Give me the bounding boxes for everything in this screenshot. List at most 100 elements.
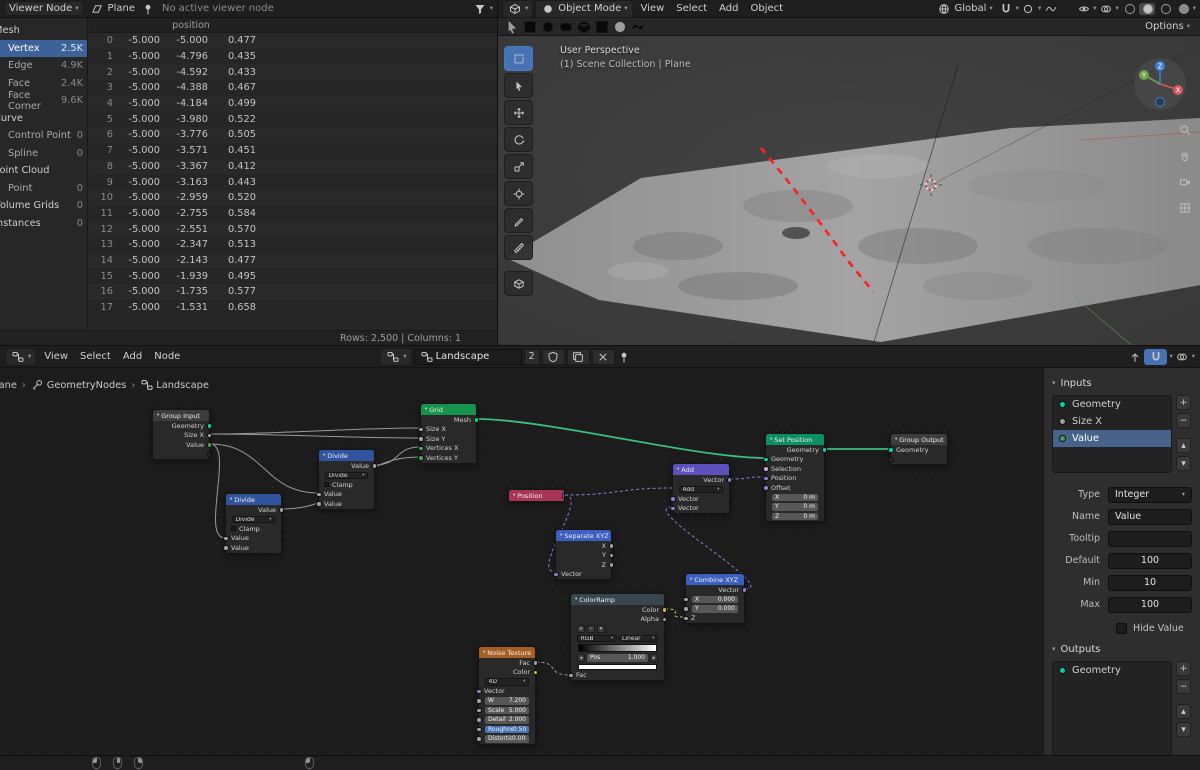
type-field[interactable]: Integer ▾ <box>1108 486 1192 503</box>
chevron-down-icon[interactable]: ▾ <box>1093 5 1096 12</box>
prev-stop-button[interactable]: ◂ <box>577 654 585 662</box>
max-field[interactable]: 100 <box>1108 596 1192 613</box>
socket[interactable] <box>608 543 614 549</box>
input-socket-geometry[interactable]: Geometry <box>1053 396 1171 413</box>
pin-icon[interactable] <box>617 350 632 364</box>
tool-measure[interactable] <box>504 235 533 260</box>
socket[interactable] <box>206 432 212 438</box>
node-separate-xyz[interactable]: ▾ Separate XYZ X Y Z Vector <box>553 529 614 580</box>
mode-dropdown[interactable]: Object Mode ▾ <box>535 0 633 18</box>
domain-item-face-corner[interactable]: Face Corner 9.6K <box>0 90 87 112</box>
hand-icon[interactable] <box>1177 148 1193 164</box>
socket[interactable] <box>741 587 747 593</box>
node-header[interactable]: ▾ Grid <box>421 404 476 415</box>
node-header[interactable]: ▾ Position <box>509 490 564 501</box>
move-input-down-button[interactable]: ▾ <box>1176 456 1191 471</box>
domain-item-control-point[interactable]: Control Point 0 <box>0 127 87 145</box>
node-field-x[interactable]: X0 m <box>772 493 818 501</box>
node-header[interactable]: ▾ Combine XYZ <box>686 574 744 585</box>
move-input-up-button[interactable]: ▴ <box>1176 438 1191 453</box>
socket[interactable] <box>532 669 538 675</box>
socket[interactable] <box>888 447 894 453</box>
node-position[interactable]: ▾ Position <box>508 489 565 502</box>
socket[interactable] <box>608 562 614 568</box>
falloff-icon[interactable] <box>1043 2 1058 16</box>
socket[interactable] <box>763 475 769 481</box>
socket[interactable] <box>223 545 229 551</box>
domain-item-vertex[interactable]: Vertex 2.5K <box>0 39 87 57</box>
move-output-down-button[interactable]: ▾ <box>1176 722 1191 737</box>
node-divide-1[interactable]: ▾ Divide Value Divide ▾ Clamp Value Value <box>316 449 377 510</box>
input-socket-value[interactable]: Value <box>1053 430 1171 447</box>
socket[interactable] <box>418 426 424 432</box>
socket[interactable] <box>316 501 322 507</box>
node-noise-texture[interactable]: ▾ Noise Texture Fac Color 4D ▾ Vector W 7.200 Sca… <box>476 646 538 745</box>
viewer-node-dropdown[interactable]: Viewer Node ▾ <box>4 1 84 16</box>
menu-add[interactable]: Add <box>713 2 744 15</box>
tool-select-box[interactable] <box>504 46 533 71</box>
tool-settings-icon-7[interactable] <box>612 20 628 34</box>
overlays-icon[interactable] <box>1098 2 1113 16</box>
next-stop-button[interactable]: ▸ <box>650 654 658 662</box>
socket[interactable] <box>670 496 676 502</box>
socket[interactable] <box>568 672 574 678</box>
inputs-section-header[interactable]: ▾ Inputs <box>1052 374 1192 392</box>
node-menu-select[interactable]: Select <box>74 350 117 363</box>
input-socket-size-x[interactable]: Size X <box>1053 413 1171 430</box>
socket[interactable] <box>661 607 667 613</box>
node-grid[interactable]: ▾ Grid Mesh Size X Size Y Vertices X Vertices … <box>418 403 479 464</box>
node-field-scale[interactable]: Scale 5.000 <box>485 706 529 714</box>
node-field-roughness[interactable]: Roughness0.500 <box>485 725 529 733</box>
socket[interactable] <box>206 451 212 457</box>
tool-transform[interactable] <box>504 181 533 206</box>
remove-output-button[interactable]: − <box>1176 679 1191 694</box>
socket[interactable] <box>473 417 479 423</box>
editor-type-button[interactable]: ▾ <box>5 347 37 366</box>
breadcrumb-item-landscape[interactable]: Landscape <box>156 380 209 391</box>
pin-icon[interactable] <box>141 2 156 16</box>
chevron-down-icon[interactable]: ▾ <box>1193 5 1196 12</box>
snap-magnet-icon[interactable] <box>999 2 1014 16</box>
node-canvas[interactable]: Plane›GeometryNodes›Landscape ▾Group Inp… <box>0 368 1043 755</box>
tooltip-field[interactable] <box>1108 530 1192 547</box>
outputs-section-header[interactable]: ▾ Outputs <box>1052 640 1192 658</box>
tool-move[interactable] <box>504 100 533 125</box>
node-field-y[interactable]: Y0 m <box>772 503 818 511</box>
editor-type-button[interactable]: ▾ <box>502 0 534 18</box>
shading-solid-button[interactable] <box>1138 2 1155 15</box>
node-header[interactable]: ▾ Add <box>673 464 729 475</box>
socket[interactable] <box>371 463 377 469</box>
colorramp-gradient[interactable] <box>578 644 657 652</box>
remove-input-button[interactable]: − <box>1176 413 1191 428</box>
object-context-chip[interactable]: Plane <box>86 1 139 17</box>
node-enum-divide[interactable]: Divide ▾ <box>325 471 368 479</box>
chevron-down-icon[interactable]: ▾ <box>1115 5 1118 12</box>
node-vector-add[interactable]: ▾ Add Vector Add ▾ Vector Vector <box>670 463 732 514</box>
domain-group-point-cloud[interactable]: Point Cloud <box>0 162 87 180</box>
node-checkbox-clamp[interactable]: Clamp <box>226 524 281 534</box>
node-header[interactable]: ▾ Noise Texture <box>479 647 535 658</box>
go-to-parent-icon[interactable] <box>1127 350 1142 364</box>
node-group-output[interactable]: ▾ Group Output Geometry <box>888 433 948 465</box>
node-header[interactable]: ▾ Group Input <box>153 410 209 421</box>
node-checkbox-clamp[interactable]: Clamp <box>319 480 374 490</box>
node-header[interactable]: ▾ Separate XYZ <box>556 530 611 541</box>
socket[interactable] <box>821 447 827 453</box>
orientation-dropdown[interactable]: Global ▾ <box>933 1 997 17</box>
socket[interactable] <box>206 442 212 448</box>
socket[interactable] <box>476 688 482 694</box>
node-field-z[interactable]: Z0 m <box>772 512 818 520</box>
node-group-input[interactable]: ▾ Group Input Geometry Size X Value <box>152 409 212 460</box>
breadcrumb-item-plane[interactable]: Plane <box>0 380 17 391</box>
node-menu-add[interactable]: Add <box>117 350 148 363</box>
socket[interactable] <box>683 615 689 621</box>
domain-group-mesh[interactable]: Mesh <box>0 22 87 40</box>
users-count-button[interactable]: 2 <box>523 348 540 365</box>
socket[interactable] <box>561 493 564 499</box>
shading-wireframe-button[interactable] <box>1121 3 1137 15</box>
column-header-position[interactable]: position <box>119 20 263 31</box>
tool-settings-icon-8[interactable] <box>630 20 646 34</box>
output-socket-geometry[interactable]: Geometry <box>1053 662 1171 679</box>
socket[interactable] <box>683 596 689 602</box>
node-enum-rgb[interactable]: RGB ▾ <box>577 634 617 642</box>
